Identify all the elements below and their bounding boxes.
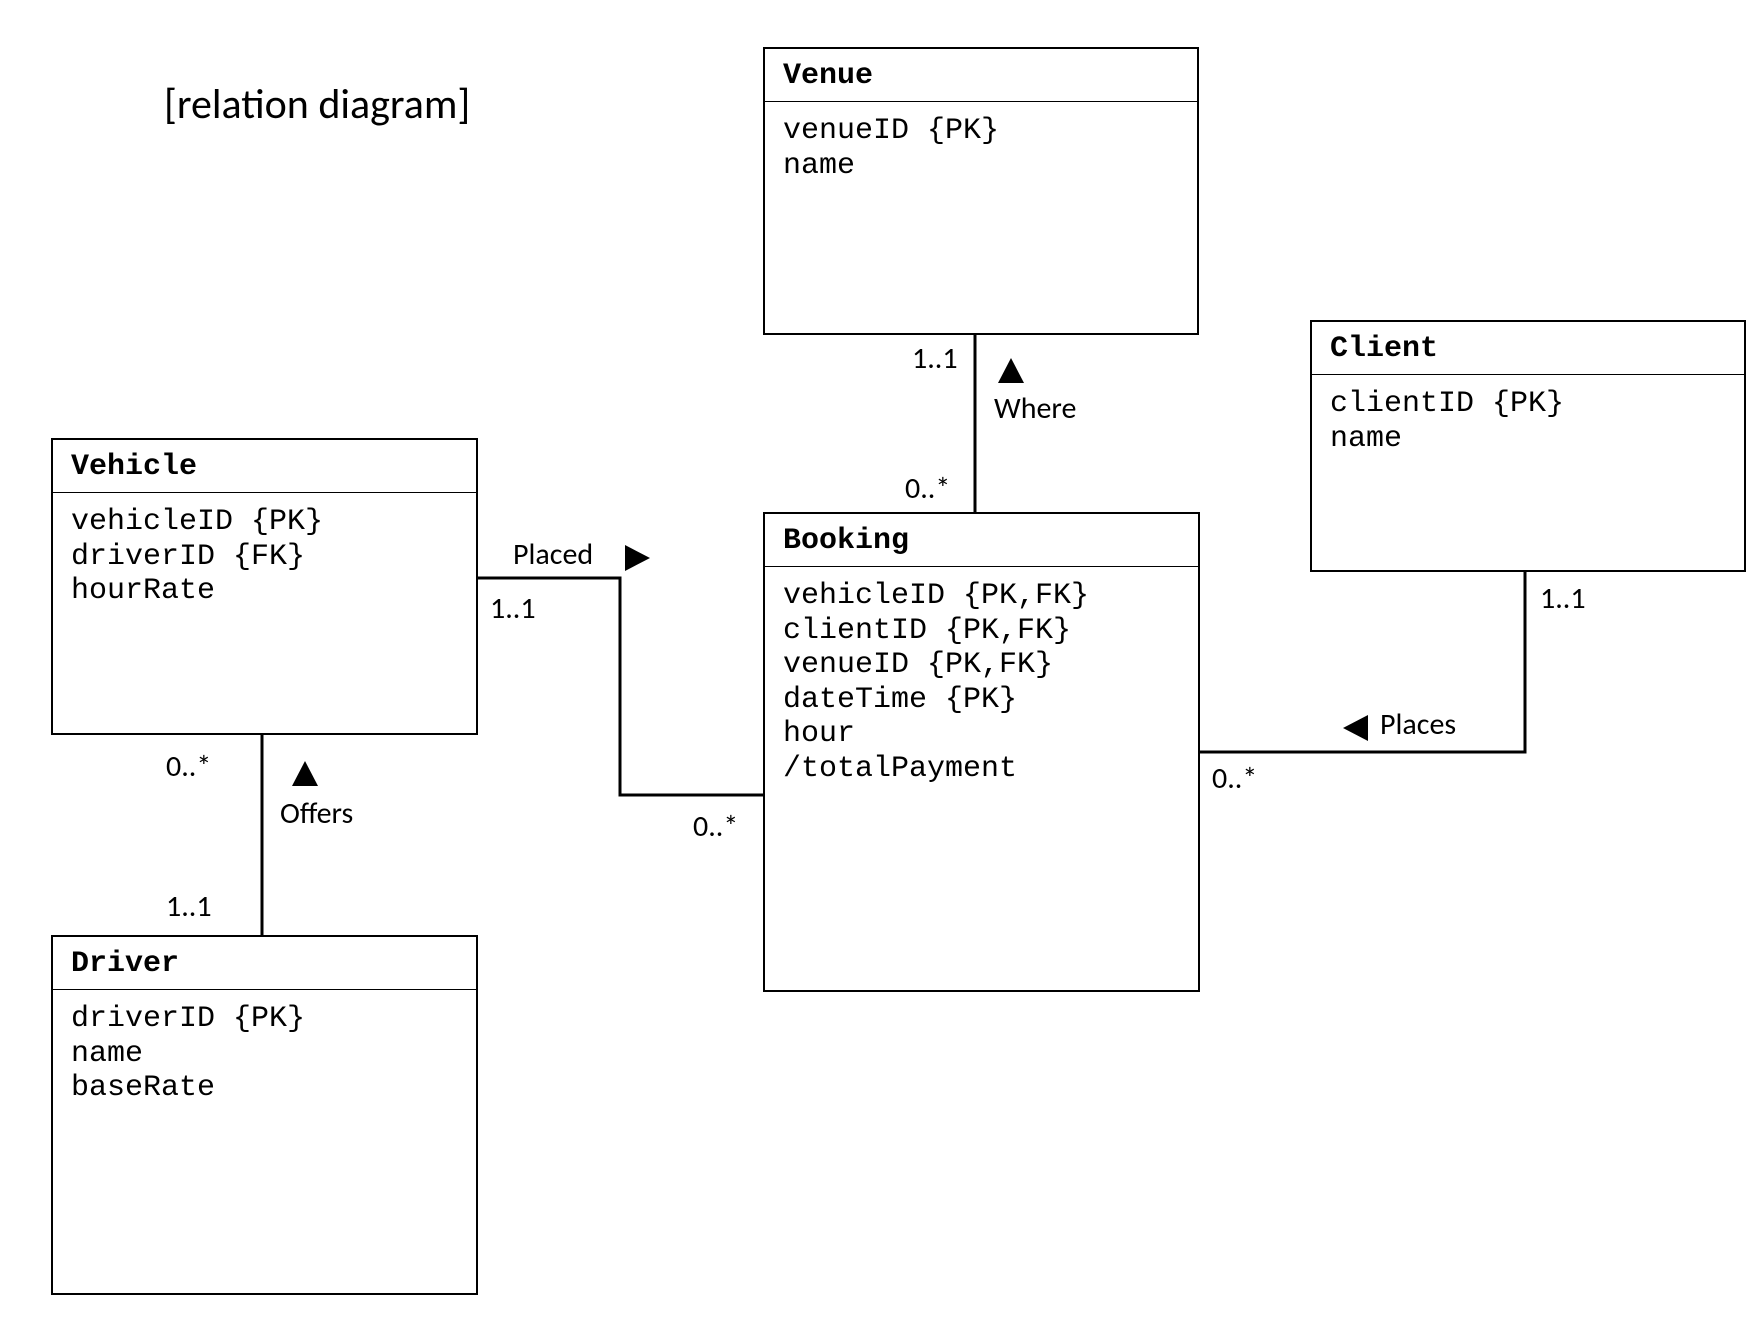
- entity-vehicle-attrs: vehicleID {PK} driverID {FK} hourRate: [53, 493, 476, 617]
- entity-driver-attrs: driverID {PK} name baseRate: [53, 990, 476, 1114]
- entity-booking-title: Booking: [765, 514, 1198, 567]
- mult-offers-vehicle: 0..*: [166, 748, 211, 785]
- attr: name: [71, 1037, 458, 1072]
- attr: vehicleID {PK}: [71, 505, 458, 540]
- attr: baseRate: [71, 1071, 458, 1106]
- arrow-where: [998, 358, 1024, 383]
- entity-client-attrs: clientID {PK} name: [1312, 375, 1744, 464]
- arrow-placed: [625, 545, 650, 571]
- relation-label-placed: Placed: [513, 536, 593, 573]
- attr: hourRate: [71, 574, 458, 609]
- attr: name: [783, 149, 1179, 184]
- entity-vehicle-title: Vehicle: [53, 440, 476, 493]
- attr: dateTime {PK}: [783, 683, 1180, 718]
- mult-placed-from: 1..1: [490, 590, 536, 627]
- attr: driverID {PK}: [71, 1002, 458, 1037]
- entity-booking-attrs: vehicleID {PK,FK} clientID {PK,FK} venue…: [765, 567, 1198, 794]
- attr: clientID {PK,FK}: [783, 614, 1180, 649]
- mult-placed-to: 0..*: [693, 808, 738, 845]
- entity-booking: Booking vehicleID {PK,FK} clientID {PK,F…: [763, 512, 1200, 992]
- mult-where-venue: 1..1: [912, 340, 958, 377]
- relation-diagram: [relation diagram] Venue venueID {PK} na…: [0, 0, 1753, 1331]
- entity-driver-title: Driver: [53, 937, 476, 990]
- arrow-places: [1343, 715, 1368, 741]
- entity-venue-title: Venue: [765, 49, 1197, 102]
- mult-where-booking: 0..*: [905, 470, 950, 507]
- attr: hour: [783, 717, 1180, 752]
- entity-venue: Venue venueID {PK} name: [763, 47, 1199, 335]
- mult-offers-driver: 1..1: [166, 888, 212, 925]
- entity-driver: Driver driverID {PK} name baseRate: [51, 935, 478, 1295]
- relation-label-where: Where: [994, 390, 1076, 427]
- entity-venue-attrs: venueID {PK} name: [765, 102, 1197, 191]
- diagram-title: [relation diagram]: [164, 79, 470, 130]
- mult-places-booking: 0..*: [1212, 760, 1257, 797]
- attr: clientID {PK}: [1330, 387, 1726, 422]
- mult-places-client: 1..1: [1540, 580, 1586, 617]
- attr: /totalPayment: [783, 752, 1180, 787]
- attr: name: [1330, 422, 1726, 457]
- entity-vehicle: Vehicle vehicleID {PK} driverID {FK} hou…: [51, 438, 478, 735]
- attr: vehicleID {PK,FK}: [783, 579, 1180, 614]
- edge-places: [1200, 572, 1525, 752]
- relation-label-offers: Offers: [280, 795, 353, 832]
- attr: driverID {FK}: [71, 540, 458, 575]
- attr: venueID {PK}: [783, 114, 1179, 149]
- relation-label-places: Places: [1380, 706, 1456, 743]
- arrow-offers: [292, 761, 318, 786]
- attr: venueID {PK,FK}: [783, 648, 1180, 683]
- entity-client-title: Client: [1312, 322, 1744, 375]
- entity-client: Client clientID {PK} name: [1310, 320, 1746, 572]
